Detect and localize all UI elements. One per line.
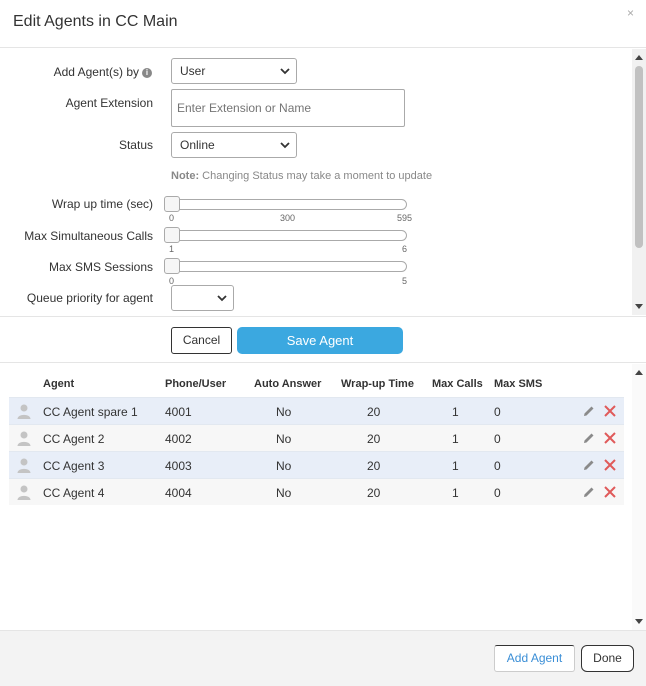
status-label: Status	[118, 138, 153, 152]
cell-agent: CC Agent spare 1	[43, 405, 138, 419]
table-row[interactable]: CC Agent spare 1 4001 No 20 1 0	[9, 397, 624, 424]
cell-max-calls: 1	[452, 405, 459, 419]
chevron-down-icon	[217, 295, 227, 302]
wrap-up-slider[interactable]	[165, 199, 407, 210]
max-calls-tick-min: 1	[169, 244, 175, 254]
add-by-select[interactable]: User	[171, 58, 297, 84]
table-row[interactable]: CC Agent 3 4003 No 20 1 0	[9, 451, 624, 478]
form-scrollbar[interactable]	[632, 49, 646, 315]
max-sms-tick-max: 5	[402, 276, 408, 286]
table-row[interactable]: CC Agent 4 4004 No 20 1 0	[9, 478, 624, 505]
done-button[interactable]: Done	[581, 645, 634, 672]
add-by-label: Add Agent(s) by i	[20, 65, 152, 79]
info-icon: i	[142, 68, 152, 78]
cell-auto-answer: No	[276, 486, 292, 500]
header-agent: Agent	[43, 378, 75, 390]
wrap-up-slider-handle[interactable]	[164, 196, 180, 212]
cell-phone: 4002	[165, 432, 192, 446]
queue-priority-select[interactable]	[171, 285, 234, 311]
cell-max-sms: 0	[494, 459, 501, 473]
edit-agents-dialog: Edit Agents in CC Main × Add Agent(s) by…	[0, 0, 646, 686]
user-avatar-icon	[17, 485, 31, 500]
max-sms-slider[interactable]	[165, 261, 407, 272]
header-wrap-up: Wrap-up Time	[341, 378, 414, 390]
cancel-button[interactable]: Cancel	[171, 327, 232, 354]
max-sms-slider-handle[interactable]	[164, 258, 180, 274]
max-calls-tick-max: 6	[402, 244, 408, 254]
edit-pencil-icon[interactable]	[582, 404, 596, 418]
scroll-down-icon[interactable]	[635, 304, 643, 309]
table-row[interactable]: CC Agent 2 4002 No 20 1 0	[9, 424, 624, 451]
agent-form: Add Agent(s) byi User Agent Extension St…	[0, 49, 646, 315]
cell-max-calls: 1	[452, 459, 459, 473]
agent-extension-label: Agent Extension	[65, 96, 153, 110]
wrap-up-tick-min: 0	[169, 213, 175, 223]
user-avatar-icon	[17, 404, 31, 419]
dialog-header: Edit Agents in CC Main ×	[0, 0, 646, 48]
cell-phone: 4003	[165, 459, 192, 473]
table-scrollbar[interactable]	[632, 364, 646, 630]
scroll-up-icon[interactable]	[635, 370, 643, 375]
dialog-title: Edit Agents in CC Main	[13, 13, 178, 30]
header-phone: Phone/User	[165, 378, 227, 390]
cell-wrap-up: 20	[367, 486, 381, 500]
agents-table: Agent Phone/User Auto Answer Wrap-up Tim…	[0, 364, 646, 630]
status-note: Note: Changing Status may take a moment …	[171, 170, 433, 182]
save-agent-button[interactable]: Save Agent	[237, 327, 403, 354]
cell-max-sms: 0	[494, 486, 501, 500]
cell-wrap-up: 20	[367, 459, 381, 473]
user-avatar-icon	[17, 458, 31, 473]
max-calls-slider-handle[interactable]	[164, 227, 180, 243]
queue-priority-label: Queue priority for agent	[26, 291, 153, 305]
agent-extension-input[interactable]	[171, 89, 405, 127]
form-scrollbar-thumb[interactable]	[635, 66, 643, 248]
edit-pencil-icon[interactable]	[582, 485, 596, 499]
delete-x-icon[interactable]	[603, 458, 617, 472]
chevron-down-icon	[280, 68, 290, 75]
cell-agent: CC Agent 3	[43, 459, 105, 473]
scroll-down-icon[interactable]	[635, 619, 643, 624]
cell-auto-answer: No	[276, 405, 292, 419]
cell-wrap-up: 20	[367, 405, 381, 419]
cell-wrap-up: 20	[367, 432, 381, 446]
wrap-up-tick-mid: 300	[280, 213, 296, 223]
cell-phone: 4004	[165, 486, 192, 500]
max-calls-label: Max Simultaneous Calls	[24, 229, 153, 243]
max-sms-label: Max SMS Sessions	[48, 260, 153, 274]
cell-agent: CC Agent 4	[43, 486, 105, 500]
cell-auto-answer: No	[276, 459, 292, 473]
edit-pencil-icon[interactable]	[582, 431, 596, 445]
scroll-up-icon[interactable]	[635, 55, 643, 60]
wrap-up-tick-max: 595	[397, 213, 413, 223]
dialog-footer: Add Agent Done	[0, 630, 646, 686]
header-auto-answer: Auto Answer	[254, 378, 322, 390]
cell-agent: CC Agent 2	[43, 432, 105, 446]
add-agent-button[interactable]: Add Agent	[494, 645, 575, 672]
delete-x-icon[interactable]	[603, 404, 617, 418]
edit-pencil-icon[interactable]	[582, 458, 596, 472]
form-actions: Cancel Save Agent	[0, 316, 646, 363]
cell-max-sms: 0	[494, 405, 501, 419]
chevron-down-icon	[280, 142, 290, 149]
cell-max-calls: 1	[452, 486, 459, 500]
cell-max-calls: 1	[452, 432, 459, 446]
user-avatar-icon	[17, 431, 31, 446]
cell-max-sms: 0	[494, 432, 501, 446]
header-max-sms: Max SMS	[494, 378, 543, 390]
delete-x-icon[interactable]	[603, 431, 617, 445]
delete-x-icon[interactable]	[603, 485, 617, 499]
cell-auto-answer: No	[276, 432, 292, 446]
status-select[interactable]: Online	[171, 132, 297, 158]
header-max-calls: Max Calls	[432, 378, 483, 390]
close-icon[interactable]: ×	[627, 6, 634, 20]
cell-phone: 4001	[165, 405, 192, 419]
wrap-up-label: Wrap up time (sec)	[51, 197, 153, 211]
max-calls-slider[interactable]	[165, 230, 407, 241]
